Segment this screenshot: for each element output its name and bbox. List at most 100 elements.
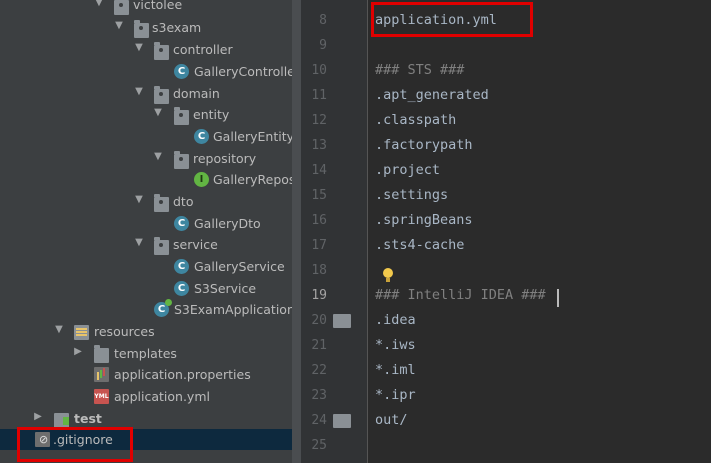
code-line[interactable]: .idea (375, 308, 416, 333)
tree-item-label: S3ExamApplication (174, 302, 295, 317)
tree-item-s3exam[interactable]: ▼ s3exam (0, 17, 301, 38)
tree-item-gallerycontroller[interactable]: C GalleryController (0, 61, 301, 82)
folder-icon (154, 237, 169, 255)
tree-item-repository[interactable]: ▼ repository (0, 148, 301, 169)
code-line[interactable]: .classpath (375, 108, 456, 133)
tree-item-label: application.properties (114, 367, 251, 382)
line-number: 11 (311, 88, 327, 103)
fold-marker-icon[interactable] (333, 414, 351, 428)
line-number: 16 (311, 213, 327, 228)
tree-item-galleryentity[interactable]: C GalleryEntity (0, 126, 301, 147)
tree-item-victolee[interactable]: ▼ victolee (0, 0, 301, 15)
tree-item-label: s3exam (152, 20, 202, 35)
line-number: 25 (311, 438, 327, 453)
chevron-down-icon[interactable]: ▼ (153, 108, 163, 118)
chevron-down-icon[interactable]: ▼ (114, 21, 124, 31)
tree-item-label: controller (173, 42, 233, 57)
chevron-right-icon[interactable]: ▶ (73, 347, 83, 357)
code-line-current[interactable]: ### IntelliJ IDEA ### (375, 283, 546, 308)
tree-scrollbar[interactable] (292, 0, 301, 463)
code-line[interactable]: *.ipr (375, 383, 416, 408)
chevron-down-icon[interactable]: ▼ (134, 43, 144, 53)
folder-icon (154, 86, 169, 104)
code-line[interactable]: .project (375, 158, 440, 183)
class-icon: C (174, 64, 189, 79)
tree-item-label: GalleryEntity (213, 129, 295, 144)
code-line[interactable]: .factorypath (375, 133, 473, 158)
chevron-down-icon[interactable]: ▼ (153, 152, 163, 162)
code-line[interactable]: out/ (375, 408, 408, 433)
tree-item-label: GalleryController (194, 64, 301, 79)
resources-folder-icon (74, 325, 89, 340)
project-tree[interactable]: ▼ victolee ▼ s3exam ▼ controller C Galle… (0, 0, 301, 463)
tree-item-label: victolee (133, 0, 183, 12)
tree-item-templates[interactable]: ▶ templates (0, 343, 301, 364)
ide-window: ▼ victolee ▼ s3exam ▼ controller C Galle… (0, 0, 711, 463)
chevron-down-icon[interactable]: ▼ (94, 0, 104, 8)
test-folder-icon (54, 413, 69, 428)
class-icon: C (194, 129, 209, 144)
code-line[interactable]: *.iws (375, 333, 416, 358)
chevron-down-icon[interactable]: ▼ (134, 238, 144, 248)
line-number: 24 (311, 413, 327, 428)
chevron-right-icon[interactable]: ▶ (33, 412, 43, 422)
text-caret (557, 289, 559, 307)
class-icon: C (174, 281, 189, 296)
tree-item-label: service (173, 237, 218, 252)
tree-item-gallerydto[interactable]: C GalleryDto (0, 213, 301, 234)
tree-item-s3examapplication[interactable]: C S3ExamApplication (0, 299, 301, 320)
tree-item-test[interactable]: ▶ test (0, 408, 301, 429)
line-number: 15 (311, 188, 327, 203)
tree-item-label: GalleryRepositor (213, 172, 301, 187)
fold-marker-icon[interactable] (333, 314, 351, 328)
class-icon: C (174, 259, 189, 274)
chevron-down-icon[interactable]: ▼ (134, 195, 144, 205)
tree-item-application-properties[interactable]: application.properties (0, 364, 301, 385)
line-number: 20 (311, 313, 327, 328)
tree-item-application-yml[interactable]: YML application.yml (0, 386, 301, 407)
folder-icon (154, 42, 169, 60)
tree-item-label: domain (173, 86, 220, 101)
spring-boot-class-icon: C (154, 299, 172, 317)
tree-item-galleryservice[interactable]: C GalleryService (0, 256, 301, 277)
tree-item-label: application.yml (114, 389, 210, 404)
line-number: 10 (311, 63, 327, 78)
class-icon: C (174, 216, 189, 231)
line-number: 12 (311, 113, 327, 128)
folder-icon (174, 107, 189, 125)
tree-item-s3service[interactable]: C S3Service (0, 278, 301, 299)
line-number: 8 (319, 13, 327, 28)
tree-item-domain[interactable]: ▼ domain (0, 83, 301, 104)
chevron-down-icon[interactable]: ▼ (134, 87, 144, 97)
line-number: 21 (311, 338, 327, 353)
highlight-box-application-yml (371, 2, 533, 37)
tree-item-label: resources (94, 324, 155, 339)
code-line[interactable]: .springBeans (375, 208, 473, 233)
line-number: 22 (311, 363, 327, 378)
line-number: 13 (311, 138, 327, 153)
tree-item-label: dto (173, 194, 194, 209)
tree-item-label: templates (114, 346, 177, 361)
tree-item-galleryrepository[interactable]: I GalleryRepositor (0, 169, 301, 190)
code-line[interactable]: .sts4-cache (375, 233, 464, 258)
tree-item-resources[interactable]: ▼ resources (0, 321, 301, 342)
tree-item-service[interactable]: ▼ service (0, 234, 301, 255)
tree-item-label: S3Service (194, 281, 257, 296)
tree-item-controller[interactable]: ▼ controller (0, 39, 301, 60)
tree-item-label: entity (193, 107, 230, 122)
folder-icon (94, 345, 109, 363)
code-editor[interactable]: application.yml ### STS ### .apt_generat… (368, 0, 711, 463)
code-line-comment[interactable]: ### STS ### (375, 58, 464, 83)
tree-item-label: repository (193, 151, 257, 166)
folder-icon (154, 194, 169, 212)
tree-item-dto[interactable]: ▼ dto (0, 191, 301, 212)
highlight-box-gitignore (17, 427, 133, 462)
chevron-down-icon[interactable]: ▼ (54, 325, 64, 335)
lightbulb-icon[interactable] (383, 268, 393, 282)
tree-item-entity[interactable]: ▼ entity (0, 104, 301, 125)
folder-icon (114, 0, 129, 15)
tree-item-label: GalleryDto (194, 216, 261, 231)
code-line[interactable]: .settings (375, 183, 448, 208)
code-line[interactable]: .apt_generated (375, 83, 489, 108)
code-line[interactable]: *.iml (375, 358, 416, 383)
